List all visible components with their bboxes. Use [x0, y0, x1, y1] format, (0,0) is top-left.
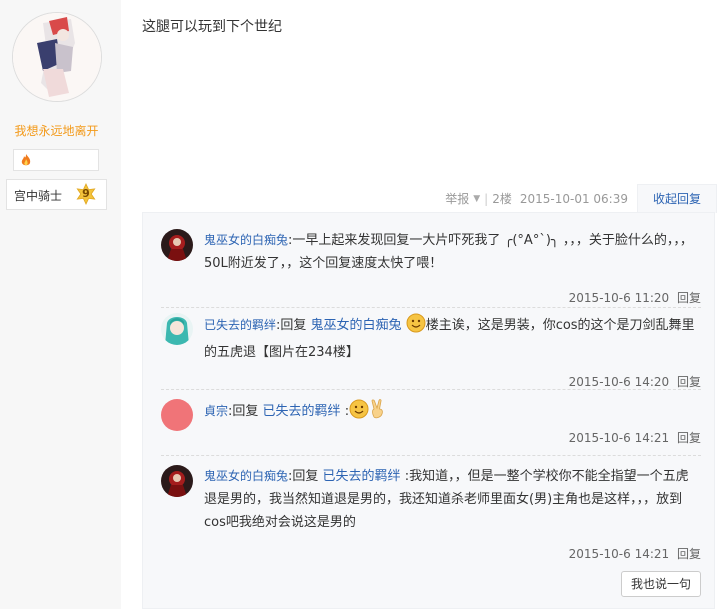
comment-divider — [161, 389, 701, 390]
floor-number: 2楼 — [492, 192, 512, 206]
comment-item: 鬼巫女的白痴兔:回复 已失去的羁绊 :我知道，，但是一整个学校你不能全指望一个五… — [161, 465, 701, 561]
chevron-down-icon[interactable]: ▼ — [473, 194, 480, 204]
level-number: 9 — [82, 187, 90, 200]
victory-hand-emoji-icon — [369, 399, 387, 427]
comment-body: 已失去的羁绊:回复 鬼巫女的白痴兔 楼主诶，这是男装，你cos的这个是刀剑乱舞里… — [204, 313, 701, 364]
report-link[interactable]: 举报 — [445, 190, 469, 207]
comment-avatar[interactable] — [161, 313, 193, 345]
smile-emoji-icon — [349, 399, 369, 427]
add-comment-button[interactable]: 我也说一句 — [621, 571, 701, 597]
author-name[interactable]: 我想永远地离开 — [0, 122, 113, 139]
post-date: 2015-10-01 06:39 — [519, 191, 628, 206]
comment-reply-button[interactable]: 回复 — [677, 375, 701, 389]
comment-footer: 2015-10-6 14:21 回复 — [569, 429, 701, 446]
level-badge[interactable]: 宫中骑士 9 — [6, 179, 107, 210]
comment-item: 已失去的羁绊:回复 鬼巫女的白痴兔 楼主诶，这是男装，你cos的这个是刀剑乱舞里… — [161, 313, 701, 389]
comment-footer: 2015-10-6 14:20 回复 — [569, 373, 701, 390]
comment-time: 2015-10-6 14:20 — [568, 375, 670, 389]
author-sidebar: 我想永远地离开 宫中骑士 9 — [0, 0, 121, 609]
comment-user[interactable]: 鬼巫女的白痴兔 — [204, 233, 288, 247]
comment-time: 2015-10-6 14:21 — [568, 547, 670, 561]
honor-badge[interactable] — [13, 149, 99, 171]
reply-target-user[interactable]: 已失去的羁绊 — [323, 469, 401, 484]
comment-reply-button[interactable]: 回复 — [677, 291, 701, 305]
comment-time: 2015-10-6 11:20 — [568, 291, 670, 305]
comment-item: 貞宗:回复 已失去的羁绊 : 2015-10-6 14:21 回复 — [161, 399, 701, 449]
comment-body: 鬼巫女的白痴兔:回复 已失去的羁绊 :我知道，，但是一整个学校你不能全指望一个五… — [204, 465, 701, 534]
comment-time: 2015-10-6 14:21 — [568, 431, 670, 445]
comment-avatar[interactable] — [161, 399, 193, 431]
author-avatar[interactable] — [12, 12, 102, 102]
smile-emoji-icon — [406, 313, 426, 341]
comment-list: 鬼巫女的白痴兔:一早上起来发现回复一大片吓死我了 ╭(°A°`)╮ ，，，关于脸… — [142, 212, 715, 609]
comment-user[interactable]: 已失去的羁绊 — [204, 318, 276, 332]
meta-separator: | — [484, 191, 489, 206]
reply-prefix: :回复 — [288, 469, 323, 484]
comment-avatar[interactable] — [161, 465, 193, 497]
comment-avatar[interactable] — [161, 229, 193, 261]
comment-divider — [161, 307, 701, 308]
comment-footer: 2015-10-6 11:20 回复 — [569, 289, 701, 306]
reply-target-user[interactable]: 已失去的羁绊 — [263, 404, 341, 419]
reply-target-user[interactable]: 鬼巫女的白痴兔 — [311, 318, 402, 333]
level-title: 宫中骑士 — [14, 189, 63, 203]
post-meta: 举报 ▼ | 2楼 2015-10-01 06:39 — [445, 190, 628, 207]
comment-body: 鬼巫女的白痴兔:一早上起来发现回复一大片吓死我了 ╭(°A°`)╮ ，，，关于脸… — [204, 229, 701, 275]
collapse-replies-button[interactable]: 收起回复 — [637, 184, 717, 213]
comment-divider — [161, 455, 701, 456]
comment-user[interactable]: 鬼巫女的白痴兔 — [204, 469, 288, 483]
reply-prefix: :回复 — [228, 404, 263, 419]
comment-footer: 2015-10-6 14:21 回复 — [569, 545, 701, 562]
comment-reply-button[interactable]: 回复 — [677, 547, 701, 561]
reply-prefix: :回复 — [276, 318, 311, 333]
flame-icon — [21, 154, 31, 166]
comment-item: 鬼巫女的白痴兔:一早上起来发现回复一大片吓死我了 ╭(°A°`)╮ ，，，关于脸… — [161, 229, 701, 305]
post-content: 这腿可以玩到下个世纪 — [142, 19, 282, 35]
comment-body: 貞宗:回复 已失去的羁绊 : — [204, 399, 701, 427]
comment-reply-button[interactable]: 回复 — [677, 431, 701, 445]
comment-user[interactable]: 貞宗 — [204, 404, 228, 418]
